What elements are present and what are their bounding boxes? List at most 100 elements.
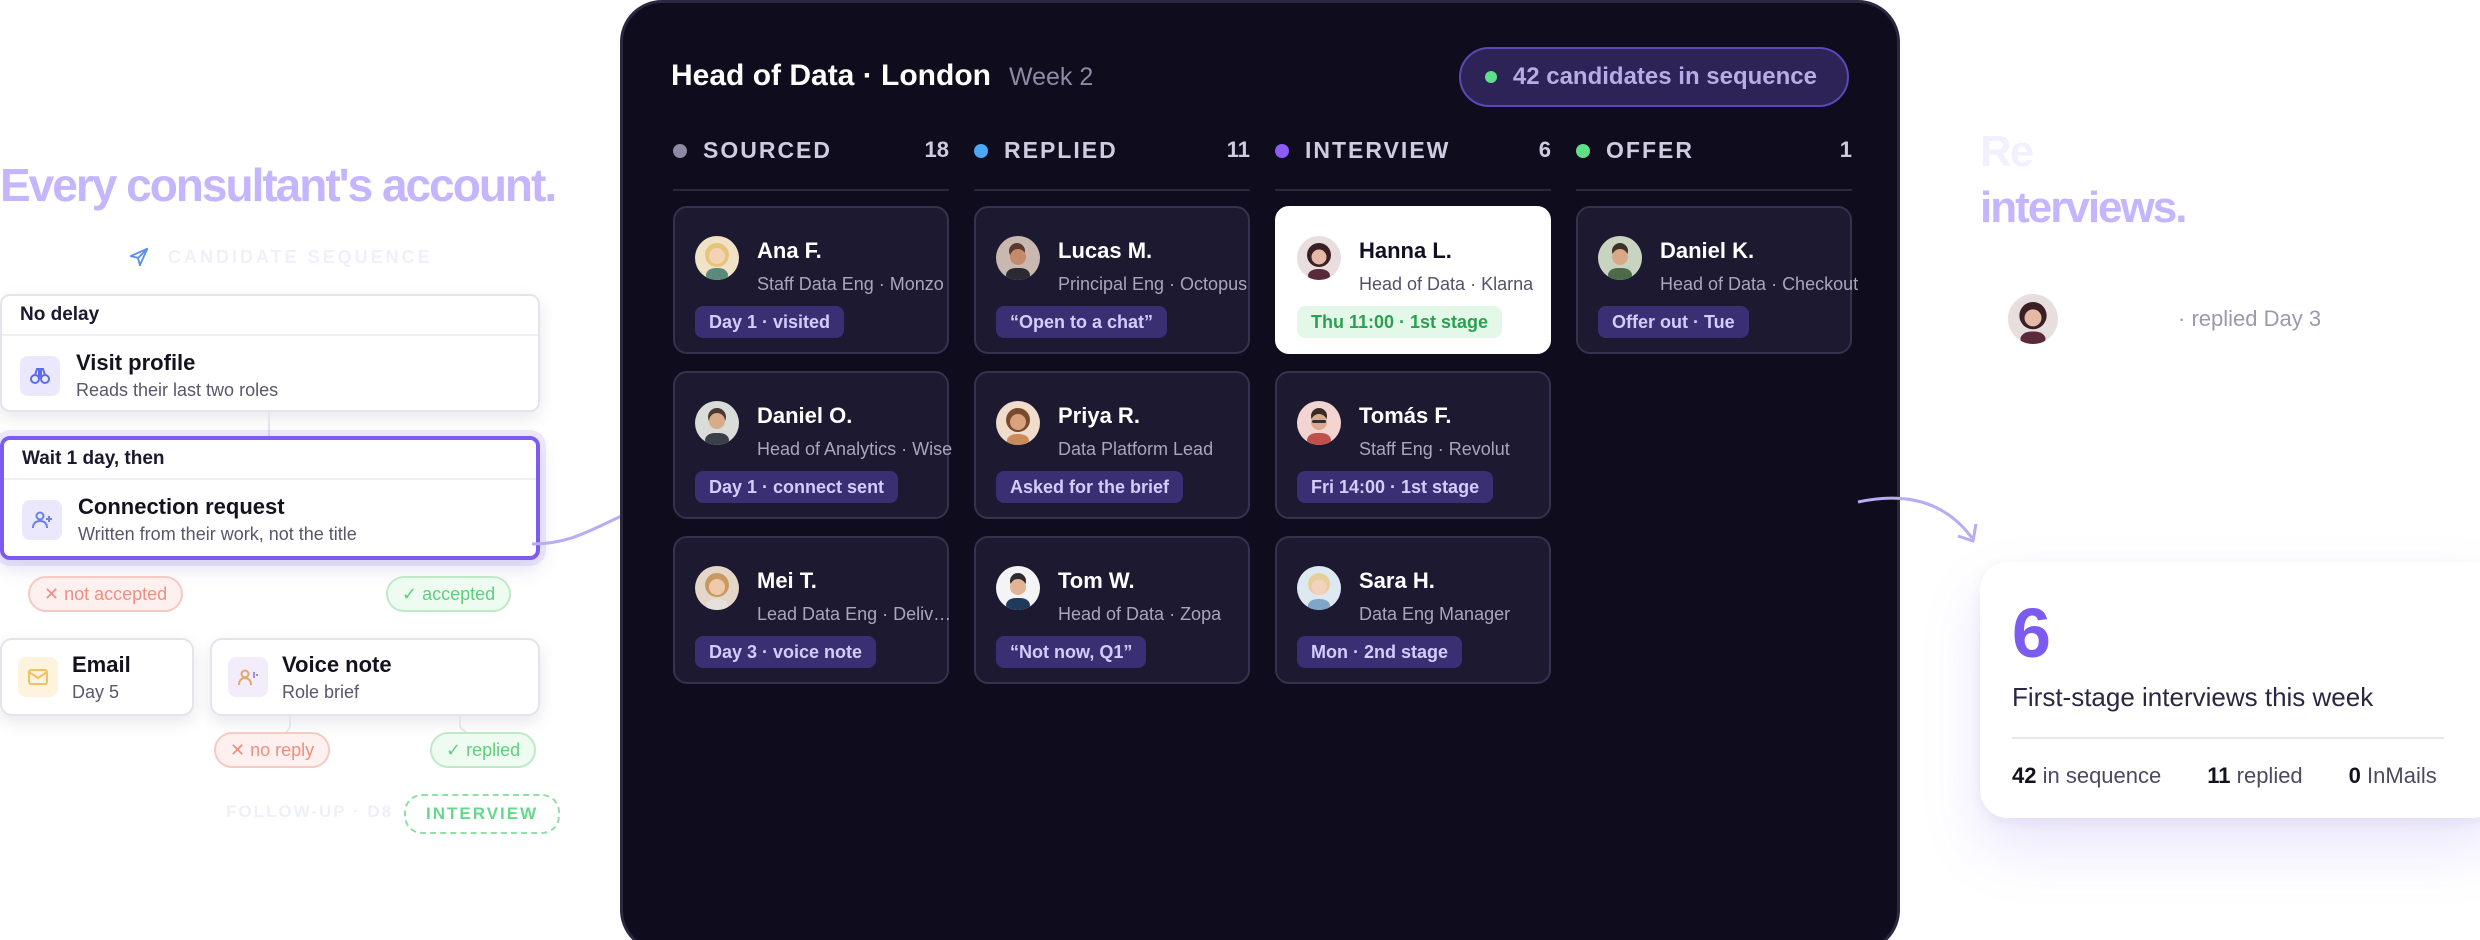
sequence-label: CANDIDATE SEQUENCE — [128, 246, 433, 268]
left-headline: Every consultant's account. — [0, 159, 557, 211]
column-count: 18 — [924, 137, 949, 162]
column-header-sourced[interactable]: SOURCED 18 — [673, 137, 949, 191]
candidate-role: Lead Data Eng · Deliveroo — [757, 604, 957, 624]
step-email[interactable]: Email Day 5 — [0, 638, 194, 716]
branch-not-accepted: ✕ not accepted — [28, 576, 184, 612]
step-connection-request[interactable]: Wait 1 day, then Connection request Writ… — [0, 436, 540, 560]
avatar — [996, 236, 1040, 280]
candidate-role: Data Platform Lead — [1058, 439, 1214, 459]
divider — [2012, 737, 2444, 739]
candidate-name: Sara H. — [1359, 568, 1435, 593]
reply-notification: · replied Day 3 — [2008, 294, 2321, 344]
status-tag: Asked for the brief — [996, 471, 1184, 503]
status-tag: Thu 11:00 · 1st stage — [1297, 306, 1503, 338]
candidate-name: Tomás F. — [1359, 403, 1452, 428]
avatar — [996, 566, 1040, 610]
candidate-role: Head of Data · Checkout — [1660, 274, 1859, 294]
column-dot — [1576, 143, 1590, 158]
candidate-card[interactable]: Daniel O. Head of Analytics · Wise Day 1 … — [673, 371, 952, 519]
candidate-card[interactable]: Daniel K. Head of Data · Checkout Offer o… — [1576, 206, 1858, 354]
envelope-icon — [18, 657, 58, 697]
status-tag: Fri 14:00 · 1st stage — [1297, 471, 1494, 503]
step-title: Connection request — [78, 494, 285, 519]
candidates-in-sequence-pill[interactable]: 42 candidates in sequence — [1458, 47, 1849, 107]
arrow-icon — [1857, 496, 1978, 543]
stat-number: 6 — [2012, 594, 2051, 672]
candidate-card[interactable]: Tomás F. Staff Eng · Revolut Fri 14:00 · … — [1275, 371, 1551, 519]
candidate-name: Lucas M. — [1058, 238, 1153, 263]
voice-note-icon — [228, 657, 268, 697]
stat-metrics: 42 in sequence 11 replied 0 InMails — [2012, 763, 2468, 789]
status-tag: Day 1 · connect sent — [695, 471, 899, 503]
candidate-card[interactable]: Sara H. Data Eng Manager Mon · 2nd stage — [1275, 536, 1551, 684]
interviews-stat-card: 6 First-stage interviews this week 42 in… — [1980, 562, 2480, 818]
avatar — [1297, 566, 1341, 610]
candidate-role: Principal Eng · Octopus — [1058, 274, 1248, 294]
pipeline-board: Head of Data · London Week 2 42 candidat… — [620, 0, 1900, 940]
candidate-name: Tom W. — [1058, 568, 1135, 593]
candidate-name: Daniel K. — [1660, 238, 1755, 263]
column-header-interview[interactable]: INTERVIEW 6 — [1275, 137, 1551, 191]
step-subtitle: Role brief — [282, 681, 360, 702]
avatar — [695, 401, 739, 445]
step-voice-note[interactable]: Voice note Role brief — [210, 638, 540, 716]
step-subtitle: Day 5 — [72, 681, 120, 702]
candidate-name: Daniel O. — [757, 403, 853, 428]
avatar — [1297, 236, 1341, 280]
right-headline: Re interviews. — [1980, 127, 2187, 232]
send-icon — [129, 247, 149, 267]
avatar — [1598, 236, 1642, 280]
status-tag: Day 1 · visited — [695, 306, 845, 338]
candidate-name: Priya R. — [1058, 403, 1140, 428]
avatar — [695, 566, 739, 610]
stat-label: First-stage interviews this week — [2012, 682, 2374, 712]
avatar — [2008, 294, 2058, 344]
column-dot — [1275, 143, 1289, 158]
metric-inmails: 0 InMails — [2348, 763, 2437, 788]
status-tag: Mon · 2nd stage — [1297, 636, 1463, 668]
candidate-card[interactable]: Lucas M. Principal Eng · Octopus “Open to… — [974, 206, 1250, 354]
step-visit-profile[interactable]: No delay Visit profile Reads their last … — [0, 294, 540, 412]
candidate-name: Mei T. — [757, 568, 817, 593]
avatar — [1297, 401, 1341, 445]
connector-curve — [531, 512, 627, 546]
column-count: 11 — [1226, 137, 1250, 162]
candidate-role: Head of Analytics · Wise — [757, 439, 953, 459]
avatar — [695, 236, 739, 280]
step-delay-label: No delay — [2, 296, 538, 336]
sequence-connector — [268, 412, 270, 436]
followup-label: FOLLOW-UP · D8 — [226, 802, 394, 821]
avatar — [996, 401, 1040, 445]
step-subtitle: Written from their work, not the title — [78, 524, 357, 544]
interview-badge: INTERVIEW — [404, 794, 561, 834]
status-tag: Day 3 · voice note — [695, 636, 877, 668]
candidate-card[interactable]: Ana F. Staff Data Eng · Monzo Day 1 · vis… — [673, 206, 949, 354]
status-tag: “Open to a chat” — [996, 306, 1168, 338]
column-count: 6 — [1538, 137, 1551, 162]
candidate-card[interactable]: Tom W. Head of Data · Zopa “Not now, Q1” — [974, 536, 1250, 684]
branch-replied: ✓ replied — [430, 732, 537, 768]
candidate-card[interactable]: Priya R. Data Platform Lead Asked for the… — [974, 371, 1250, 519]
candidate-role: Data Eng Manager — [1359, 604, 1511, 624]
column-header-offer[interactable]: OFFER 1 — [1576, 137, 1852, 191]
metric-in-sequence: 42 in sequence — [2012, 763, 2162, 788]
candidate-name: Ana F. — [757, 238, 822, 263]
step-subtitle: Reads their last two roles — [76, 380, 279, 400]
candidate-role: Staff Eng · Revolut — [1359, 439, 1510, 459]
add-person-icon — [22, 499, 62, 540]
candidate-card-highlighted[interactable]: Hanna L. Head of Data · Klarna Thu 11:00 … — [1275, 206, 1551, 354]
column-dot — [974, 143, 988, 158]
branch-no-reply: ✕ no reply — [214, 732, 331, 768]
candidate-name: Hanna L. — [1359, 238, 1452, 263]
step-title: Visit profile — [76, 350, 196, 375]
candidate-card[interactable]: Mei T. Lead Data Eng · Deliveroo Day 3 · … — [673, 536, 957, 684]
step-delay-label: Wait 1 day, then — [4, 440, 536, 480]
branch-accepted: ✓ accepted — [386, 576, 512, 612]
candidate-role: Head of Data · Klarna — [1359, 274, 1534, 294]
reply-text: · replied Day 3 — [2178, 306, 2322, 331]
role-title: Head of Data · London — [671, 59, 991, 92]
candidate-role: Staff Data Eng · Monzo — [757, 274, 944, 294]
column-count: 1 — [1839, 137, 1852, 162]
step-title: Voice note — [282, 651, 392, 677]
column-header-replied[interactable]: REPLIED 11 — [974, 137, 1250, 191]
